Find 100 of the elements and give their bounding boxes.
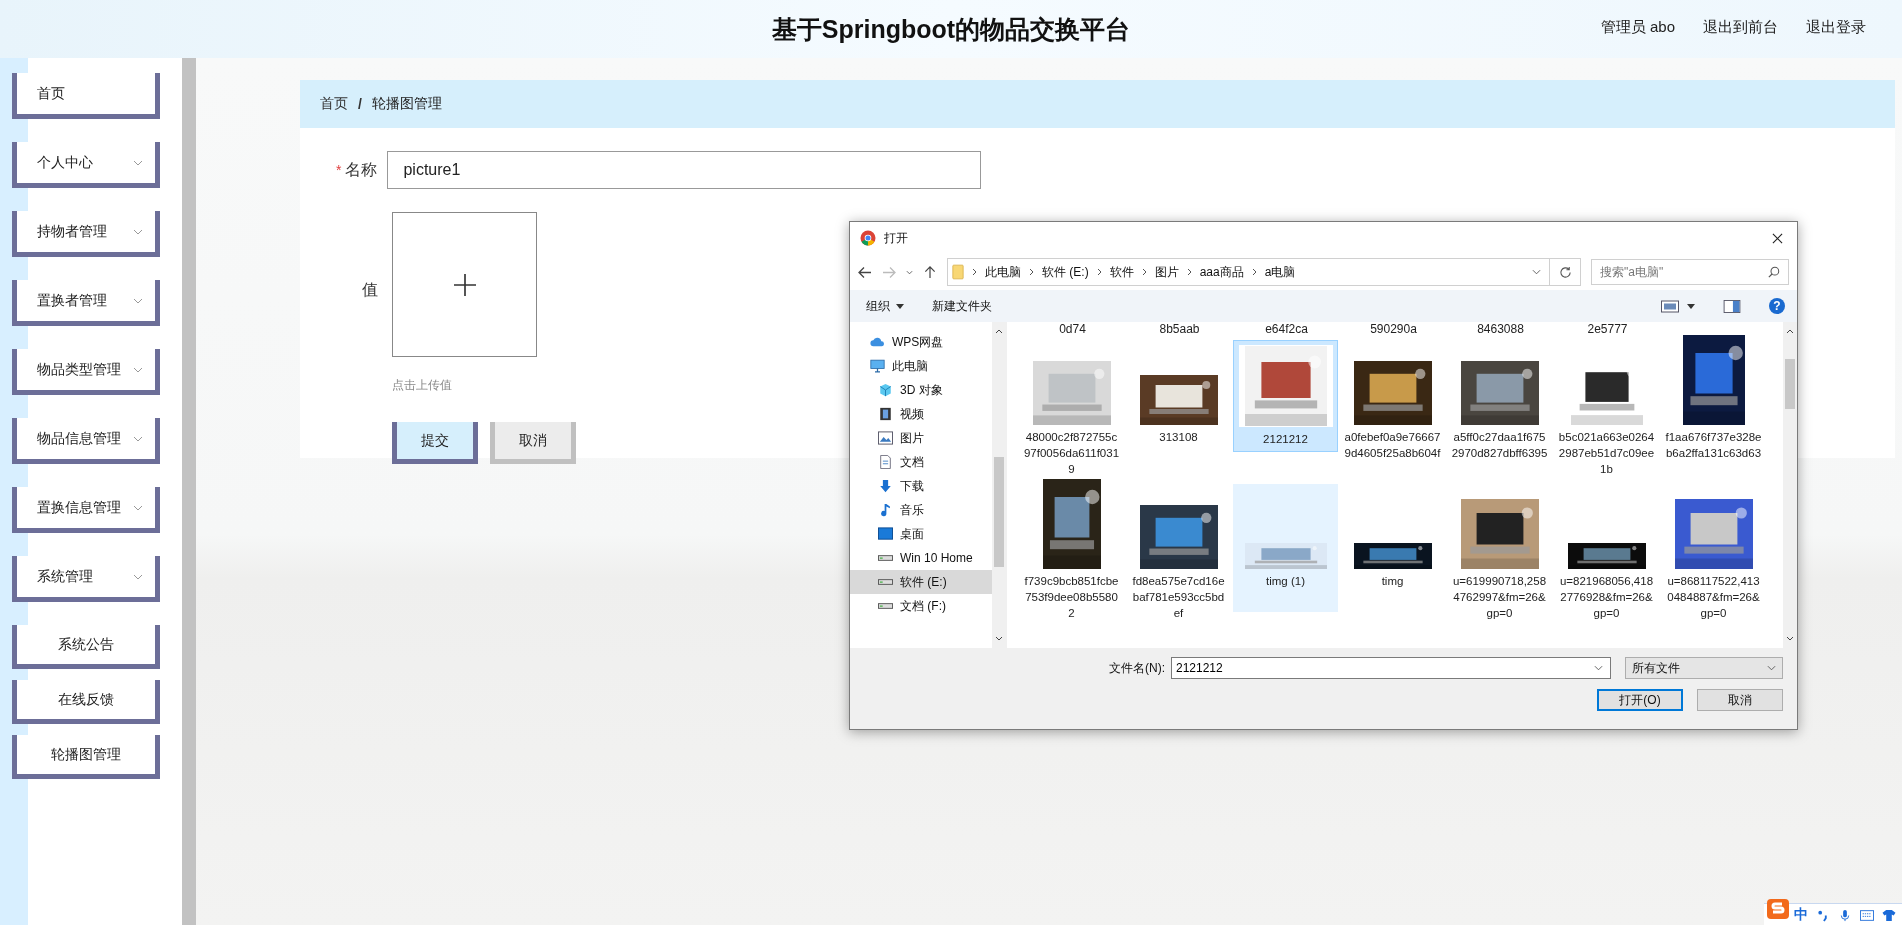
shirt-icon[interactable] xyxy=(1882,908,1896,922)
scroll-up-icon[interactable] xyxy=(995,329,1003,334)
path-segment[interactable]: aaa商品 xyxy=(1199,263,1244,281)
path-segment[interactable]: 图片 xyxy=(1154,263,1179,281)
upload-hint: 点击上传值 xyxy=(392,377,453,394)
path-segment[interactable]: 软件 (E:) xyxy=(1042,263,1089,281)
scroll-thumb[interactable] xyxy=(994,457,1004,567)
file-item[interactable]: f1aa676f737e328eb6a2ffa131c63d63 xyxy=(1661,340,1766,468)
caret-down-icon[interactable] xyxy=(1687,303,1695,309)
nav-item[interactable]: 此电脑 xyxy=(850,354,992,378)
back-arrow-icon[interactable] xyxy=(858,265,872,279)
file-name-field[interactable]: 2121212 xyxy=(1171,657,1611,679)
sidebar-item[interactable]: 持物者管理 xyxy=(12,211,160,257)
open-button[interactable]: 打开(O) xyxy=(1597,689,1683,711)
file-name: e64f2ca xyxy=(1264,322,1309,336)
file-item[interactable]: fd8ea575e7cd16ebaf781e593cc5bdef xyxy=(1126,484,1231,626)
header-link[interactable]: 退出登录 xyxy=(1806,18,1866,37)
file-item[interactable]: 2121212 xyxy=(1233,340,1338,452)
dialog-title: 打开 xyxy=(884,229,909,247)
nav-item[interactable]: WPS网盘 xyxy=(850,330,992,354)
header-link[interactable]: 管理员 abo xyxy=(1600,18,1675,37)
download-arrow-icon xyxy=(878,479,893,493)
music-note-icon xyxy=(878,503,893,517)
keyboard-icon[interactable] xyxy=(1860,908,1874,922)
file-name: 8b5aab xyxy=(1158,322,1201,336)
sidebar-item[interactable]: 置换者管理 xyxy=(12,280,160,326)
scroll-down-icon[interactable] xyxy=(1786,636,1794,641)
scroll-down-icon[interactable] xyxy=(995,636,1003,641)
cancel-button[interactable]: 取消 xyxy=(490,422,576,464)
breadcrumb-link[interactable]: 轮播图管理 xyxy=(371,95,442,113)
nav-item[interactable]: 图片 xyxy=(850,426,992,450)
sidebar-item[interactable]: 个人中心 xyxy=(12,142,160,188)
browser-logo-icon xyxy=(860,230,876,246)
nav-item[interactable]: 桌面 xyxy=(850,522,992,546)
cancel-button[interactable]: 取消 xyxy=(1697,689,1783,711)
chevron-down-icon xyxy=(133,228,143,235)
sidebar-item[interactable]: 首页 xyxy=(12,73,160,119)
chevron-right-icon xyxy=(1029,268,1034,276)
breadcrumb-link[interactable]: 首页 xyxy=(320,95,348,113)
submit-button[interactable]: 提交 xyxy=(392,422,478,464)
file-item[interactable]: 313108 xyxy=(1126,340,1231,468)
file-item[interactable]: u=868117522,4130484887&fm=26&gp=0 xyxy=(1661,484,1766,626)
scroll-thumb[interactable] xyxy=(1785,359,1795,409)
sidebar-item[interactable]: 物品信息管理 xyxy=(12,418,160,464)
sidebar-subitem[interactable]: 系统公告 xyxy=(12,625,160,669)
scrollbar[interactable] xyxy=(1783,322,1797,648)
sidebar-subitem[interactable]: 轮播图管理 xyxy=(12,735,160,779)
document-icon xyxy=(878,455,893,469)
name-input-field[interactable]: picture1 xyxy=(387,151,982,189)
nav-item[interactable]: 3D 对象 xyxy=(850,378,992,402)
file-item[interactable]: u=821968056,4182776928&fm=26&gp=0 xyxy=(1554,484,1659,626)
plus-icon xyxy=(453,273,476,296)
help-button[interactable]: ? xyxy=(1769,298,1785,314)
sidebar-item[interactable]: 系统管理 xyxy=(12,556,160,602)
search-field[interactable]: 搜索"a电脑" xyxy=(1591,259,1789,285)
sidebar-item[interactable]: 物品类型管理 xyxy=(12,349,160,395)
file-item[interactable]: f739c9bcb851fcbe753f9dee08b55802 xyxy=(1019,484,1124,626)
file-item[interactable]: timg xyxy=(1340,484,1445,612)
preview-pane-icon[interactable] xyxy=(1723,299,1741,313)
new-folder-button[interactable]: 新建文件夹 xyxy=(932,297,992,315)
file-item[interactable]: a5ff0c27daa1f6752970d827dbff6395 xyxy=(1447,340,1552,468)
punctuation-icon[interactable] xyxy=(1816,908,1830,922)
image-icon xyxy=(878,431,893,445)
up-arrow-icon[interactable] xyxy=(923,265,937,279)
nav-item[interactable]: 文档 xyxy=(850,450,992,474)
header-link[interactable]: 退出到前台 xyxy=(1703,18,1778,37)
path-segment[interactable]: a电脑 xyxy=(1264,263,1296,281)
scroll-up-icon[interactable] xyxy=(1786,329,1794,334)
chevron-down-icon xyxy=(133,573,143,580)
upload-box[interactable] xyxy=(392,212,537,357)
path-segment[interactable]: 此电脑 xyxy=(985,263,1021,281)
close-icon[interactable] xyxy=(1772,232,1783,244)
nav-item[interactable]: Win 10 Home xyxy=(850,546,992,570)
nav-item[interactable]: 音乐 xyxy=(850,498,992,522)
file-type-dropdown[interactable]: 所有文件 xyxy=(1625,657,1783,679)
nav-item[interactable]: 下载 xyxy=(850,474,992,498)
nav-item[interactable]: 软件 (E:) xyxy=(850,570,992,594)
nav-item[interactable]: 文档 (F:) xyxy=(850,594,992,618)
path-segment[interactable]: 软件 xyxy=(1109,263,1134,281)
file-item[interactable]: 48000c2f872755c97f0056da611f0319 xyxy=(1019,340,1124,482)
file-item[interactable]: timg (1) xyxy=(1233,484,1338,612)
file-item[interactable]: b5c021a663e02642987eb51d7c09ee1b xyxy=(1554,340,1659,482)
microphone-icon[interactable] xyxy=(1838,908,1852,922)
input-mode-label[interactable]: 中 xyxy=(1794,906,1808,924)
scrollbar[interactable] xyxy=(182,58,196,925)
scrollbar[interactable] xyxy=(992,322,1006,648)
nav-item[interactable]: 视频 xyxy=(850,402,992,426)
view-icon[interactable] xyxy=(1661,299,1679,313)
chevron-down-icon xyxy=(133,435,143,442)
film-icon xyxy=(878,407,893,421)
refresh-icon xyxy=(1558,265,1572,279)
refresh-button[interactable] xyxy=(1550,258,1581,286)
sidebar-item[interactable]: 置换信息管理 xyxy=(12,487,160,533)
cube-icon xyxy=(878,383,893,397)
organize-menu[interactable]: 组织 xyxy=(866,297,904,315)
address-bar[interactable]: 此电脑 软件 (E:) 软件 图片 aaa商品 a电脑 xyxy=(947,258,1550,286)
file-name: 2e5777 xyxy=(1586,322,1629,336)
sidebar-subitem[interactable]: 在线反馈 xyxy=(12,680,160,724)
file-item[interactable]: a0febef0a9e766679d4605f25a8b604f xyxy=(1340,340,1445,468)
file-item[interactable]: u=619990718,2584762997&fm=26&gp=0 xyxy=(1447,484,1552,626)
